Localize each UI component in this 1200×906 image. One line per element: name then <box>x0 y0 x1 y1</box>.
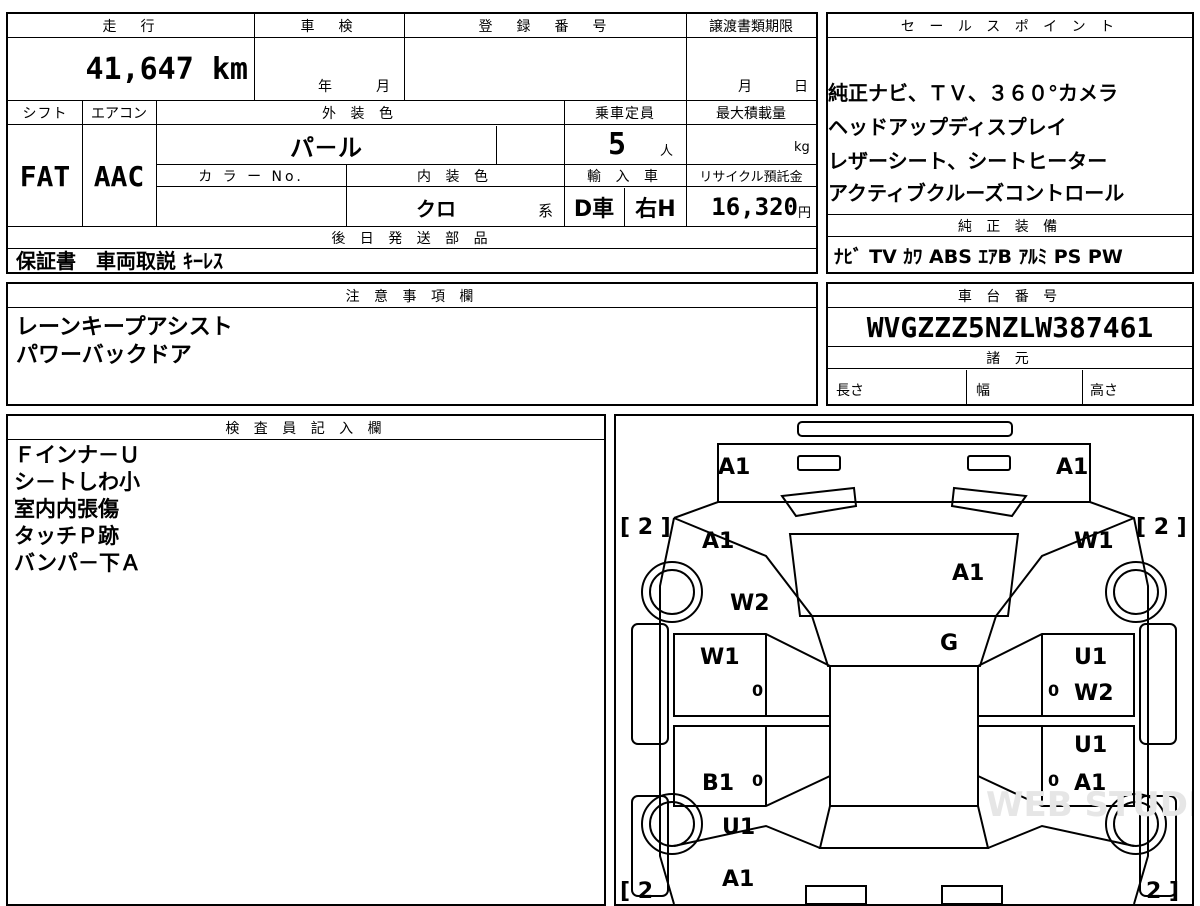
shaken-year: 年 <box>318 79 332 95</box>
ac-value: AAC <box>93 159 145 193</box>
interior-color-header: 内 装 色 <box>346 165 564 187</box>
equipment-header: 純 正 装 備 <box>828 215 1192 237</box>
import-header: 輸 入 車 <box>564 165 686 187</box>
transfer-deadline-header: 譲渡書類期限 <box>686 14 816 38</box>
inspector-box: 検 査 員 記 入 欄 Ｆインナ－Ｕ シ－トしわ小 室内内張傷 タッチＰ跡 バン… <box>6 414 606 906</box>
car-diagram: WEB STUDIO PRO A1 A1 A1 W1 A1 W2 G W1 U1… <box>620 421 1192 904</box>
recycle-fee-unit: 円 <box>798 206 812 221</box>
mark-right-front-door-1: U1 <box>1074 645 1107 670</box>
shaken-header: 車 検 <box>254 14 404 38</box>
notes-header: 注 意 事 項 欄 <box>8 284 816 308</box>
max-load-header: 最大積載量 <box>686 101 816 125</box>
inspector-line-2: シ－トしわ小 <box>14 470 140 494</box>
import-handle-value: 右H <box>635 197 676 222</box>
vin-value: WVGZZZ5NZLW387461 <box>866 310 1154 344</box>
inspector-line-4: タッチＰ跡 <box>14 524 119 548</box>
tire-rear-right: 2 ] <box>1146 879 1179 904</box>
zero-left-rear: 0 <box>752 771 763 790</box>
mark-left-front-door: W1 <box>700 645 740 670</box>
capacity-unit: 人 <box>660 144 674 159</box>
vehicle-info-box: 走 行 車 検 登 録 番 号 譲渡書類期限 41,647 km 年 月 月 日… <box>6 12 818 274</box>
transfer-month: 月 <box>738 79 752 95</box>
zero-left-front: 0 <box>752 681 763 700</box>
mark-left-front: W2 <box>730 591 770 616</box>
mark-left-fender: A1 <box>702 529 734 554</box>
mileage-header: 走 行 <box>8 14 254 38</box>
interior-color-value: クロ <box>416 196 456 221</box>
mark-front-left: A1 <box>718 455 750 480</box>
mark-front-right: A1 <box>1056 455 1088 480</box>
recycle-fee-header: リサイクル預託金 <box>686 165 816 187</box>
shift-value: FAT <box>19 159 71 193</box>
zero-right-rear: 0 <box>1048 771 1059 790</box>
equipment-value: ﾅﾋﾞ TV ｶﾜ ABS ｴｱB ｱﾙﾐ PS PW <box>834 246 1123 268</box>
sales-point-box: セ ー ル ス ポ イ ン ト 純正ナビ、ＴＶ、３６０°カメラ ヘッドアップディ… <box>826 12 1194 274</box>
shift-header: シフト <box>8 101 82 125</box>
recycle-fee-value: 16,320 <box>711 193 798 221</box>
sales-point-line-1: 純正ナビ、ＴＶ、３６０°カメラ <box>828 81 1118 105</box>
inspector-line-1: Ｆインナ－Ｕ <box>14 443 140 467</box>
capacity-value: 5 <box>608 127 627 162</box>
sales-point-header: セ ー ル ス ポ イ ン ト <box>828 14 1192 38</box>
spec-width: 幅 <box>976 383 990 399</box>
color-no-header: カ ラ ー No. <box>156 165 346 187</box>
mark-right-fender: W1 <box>1074 529 1114 554</box>
mark-right-rear-door-1: U1 <box>1074 733 1107 758</box>
chassis-box: 車 台 番 号 WVGZZZ5NZLW387461 諸 元 長さ 幅 高さ <box>826 282 1194 406</box>
capacity-header: 乗車定員 <box>564 101 686 125</box>
exterior-color-value: パ－ル <box>290 133 362 162</box>
import-drive-value: D車 <box>573 197 615 222</box>
registration-header: 登 録 番 号 <box>404 14 686 38</box>
mark-rear: A1 <box>722 867 754 892</box>
car-diagram-box: WEB STUDIO PRO A1 A1 A1 W1 A1 W2 G W1 U1… <box>614 414 1194 906</box>
ac-header: エアコン <box>82 101 156 125</box>
mark-left-rear-door: B1 <box>702 771 734 796</box>
mark-right-rear-door-2: A1 <box>1074 771 1106 796</box>
exterior-color-header: 外 装 色 <box>156 101 564 125</box>
zero-right-front: 0 <box>1048 681 1059 700</box>
spec-header: 諸 元 <box>828 347 1192 369</box>
inspector-header: 検 査 員 記 入 欄 <box>8 416 604 440</box>
mileage-value: 41,647 km <box>85 52 248 87</box>
shaken-month: 月 <box>376 79 390 95</box>
notes-box: 注 意 事 項 欄 レーンキープアシスト パワーバックドア <box>6 282 818 406</box>
later-parts-header: 後 日 発 送 部 品 <box>8 227 816 249</box>
notes-line-1: レーンキープアシスト <box>16 315 233 340</box>
tire-front-left: [ 2 ] <box>620 515 671 540</box>
mark-right-front-door-2: W2 <box>1074 681 1114 706</box>
spec-height: 高さ <box>1090 383 1118 399</box>
inspector-line-5: バンパ－下Ａ <box>14 551 142 575</box>
mark-left-rear: U1 <box>722 815 755 840</box>
sales-point-line-2: ヘッドアップディスプレイ <box>828 115 1067 139</box>
max-load-unit: kg <box>794 140 810 155</box>
mark-windshield: G <box>940 631 958 656</box>
tire-rear-left: [ 2 <box>620 879 653 904</box>
chassis-header: 車 台 番 号 <box>828 284 1192 308</box>
later-parts-value: 保証書 車両取説 ｷｰﾚｽ <box>16 249 223 273</box>
spec-length: 長さ <box>836 383 864 399</box>
sales-point-line-4: アクティブクルーズコントロール <box>828 181 1125 205</box>
transfer-day: 日 <box>794 79 808 95</box>
mark-hood: A1 <box>952 561 984 586</box>
interior-color-unit: 系 <box>538 202 554 220</box>
tire-front-right: [ 2 ] <box>1136 515 1187 540</box>
inspector-line-3: 室内内張傷 <box>14 497 119 521</box>
notes-line-2: パワーバックドア <box>16 343 192 368</box>
sales-point-line-3: レザーシート、シートヒーター <box>828 149 1108 173</box>
